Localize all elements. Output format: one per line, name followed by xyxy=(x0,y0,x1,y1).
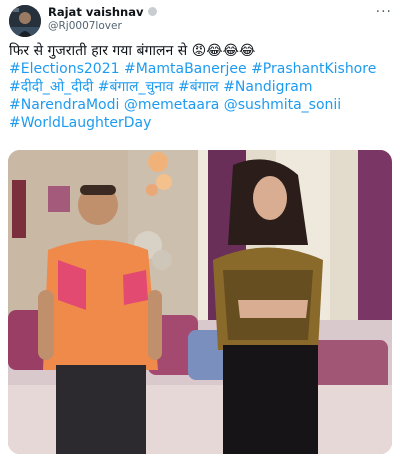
tweet-text-segment: फिर से गुजराती हार गया बंगालन से xyxy=(9,43,192,59)
author-name[interactable]: Rajat vaishnav xyxy=(48,5,157,19)
author-name-text[interactable]: Rajat vaishnav xyxy=(48,5,144,19)
avatar[interactable] xyxy=(9,5,41,37)
tweet-text-segment: 😡😂😂😂 xyxy=(191,43,256,59)
hashtag-link[interactable]: #WorldLaughterDay xyxy=(9,115,151,131)
tweet-media-image[interactable] xyxy=(8,150,392,454)
hashtag-link[interactable]: #PrashantKishore xyxy=(251,61,376,77)
tweet-card: Rajat vaishnav @Rj0007lover ··· फिर से ग… xyxy=(0,0,400,462)
hashtag-link[interactable]: #MamtaBanerjee xyxy=(124,61,247,77)
hashtag-link[interactable]: #बंगाल xyxy=(178,79,219,95)
hashtag-link[interactable]: #दीदी_ओ_दीदी xyxy=(9,79,93,95)
mention-link[interactable]: @memetaara xyxy=(124,97,219,113)
tweet-text-line: #NarendraModi @memetaara @sushmita_sonii xyxy=(9,96,394,114)
hashtag-link[interactable]: #Nandigram xyxy=(223,79,312,95)
media-scene xyxy=(8,150,392,454)
avatar-image xyxy=(9,5,41,37)
more-options-icon[interactable]: ··· xyxy=(376,4,392,20)
tweet-text-line: फिर से गुजराती हार गया बंगालन से 😡😂😂😂 xyxy=(9,42,394,60)
author-handle[interactable]: @Rj0007lover xyxy=(48,20,122,33)
hashtag-link[interactable]: #बंगाल_चुनाव xyxy=(98,79,174,95)
tweet-text: फिर से गुजराती हार गया बंगालन से 😡😂😂😂 #El… xyxy=(9,42,394,132)
hashtag-link[interactable]: #NarendraModi xyxy=(9,97,119,113)
tweet-text-line: #WorldLaughterDay xyxy=(9,114,394,132)
hashtag-link[interactable]: #Elections2021 xyxy=(9,61,120,77)
tweet-text-line: #Elections2021 #MamtaBanerjee #PrashantK… xyxy=(9,60,394,78)
tweet-text-line: #दीदी_ओ_दीदी #बंगाल_चुनाव #बंगाल #Nandig… xyxy=(9,78,394,96)
mention-link[interactable]: @sushmita_sonii xyxy=(224,97,341,113)
badge-icon xyxy=(147,7,157,16)
